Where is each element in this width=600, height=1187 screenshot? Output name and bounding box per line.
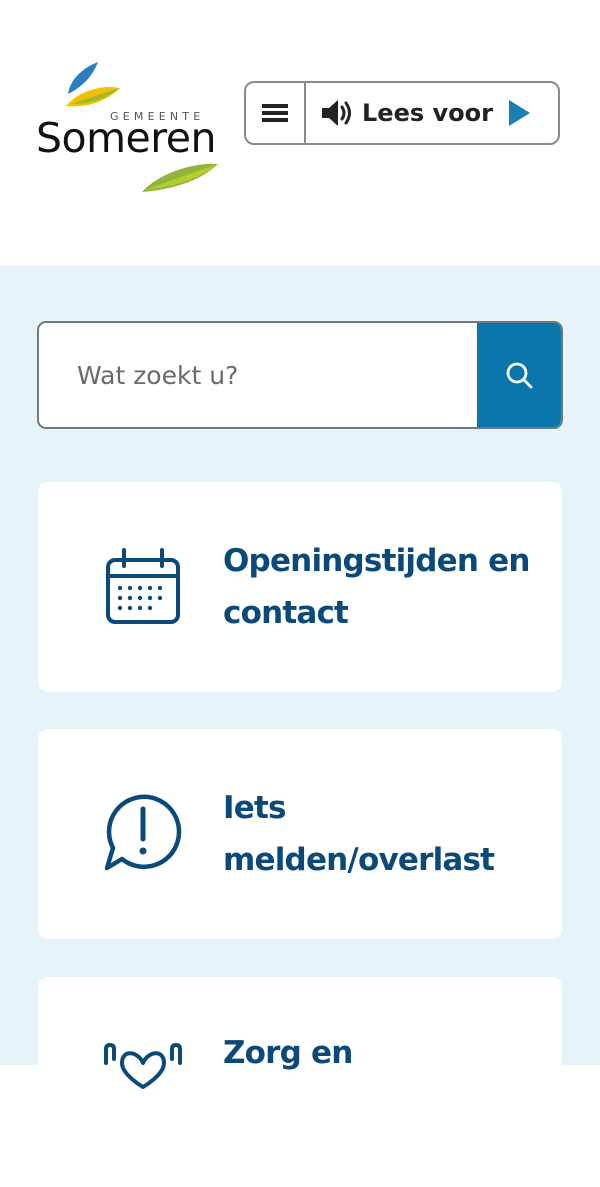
read-aloud-label: Lees voor [362, 99, 493, 127]
play-icon [508, 100, 530, 126]
site-header: GEMEENTE Someren Lees voor [0, 0, 600, 265]
card-iets-melden-label: Iets melden/overlast [223, 790, 495, 878]
speaker-icon [322, 100, 351, 126]
search-button[interactable] [477, 323, 561, 427]
hands-heart-icon [104, 1042, 182, 1089]
card-openingstijden[interactable]: Openingstijden en contact [38, 482, 562, 692]
calendar-icon [106, 548, 180, 624]
header-toolbar: Lees voor [244, 81, 560, 145]
search-icon [506, 362, 533, 389]
hamburger-menu-icon [262, 104, 288, 122]
card-iets-melden[interactable]: Iets melden/overlast [38, 729, 562, 939]
read-aloud-button[interactable]: Lees voor [306, 83, 558, 143]
search-bar [37, 321, 563, 429]
alert-speech-icon [104, 794, 182, 871]
search-input[interactable] [39, 323, 477, 427]
logo-someren-text: Someren [36, 114, 216, 162]
card-openingstijden-label: Openingstijden en contact [223, 543, 530, 631]
main-content: Openingstijden en contact Iets melden/ov… [0, 265, 600, 1187]
card-zorg[interactable]: Zorg en [38, 977, 562, 1187]
card-zorg-label: Zorg en [223, 1035, 353, 1071]
menu-button[interactable] [246, 83, 306, 143]
someren-logo[interactable]: GEMEENTE Someren [36, 58, 220, 194]
